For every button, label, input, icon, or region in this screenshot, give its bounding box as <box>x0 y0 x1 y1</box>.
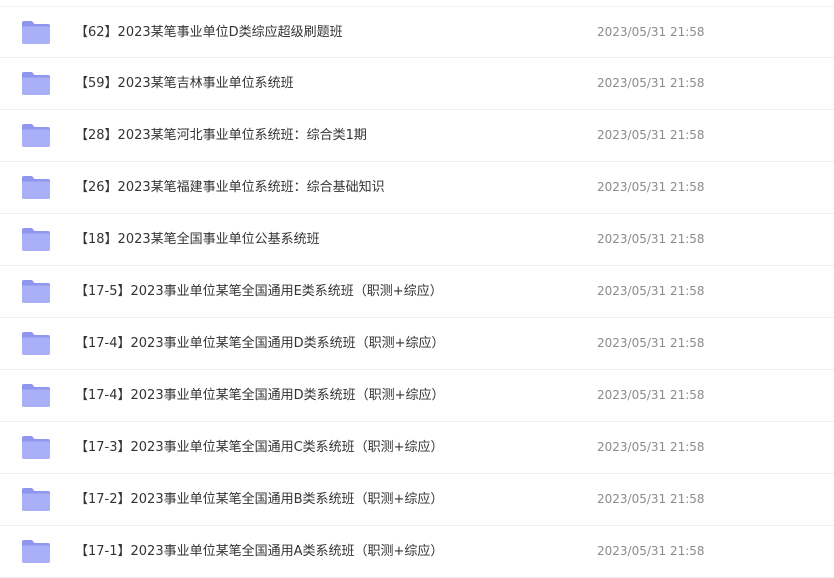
file-name[interactable]: 【17-4】2023事业单位某笔全国通用D类系统班（职测+综应） <box>75 318 445 369</box>
file-date: 2023/05/31 21:58 <box>597 388 705 402</box>
file-name[interactable]: 【17-1】2023事业单位某笔全国通用A类系统班（职测+综应） <box>75 526 443 577</box>
file-row[interactable]: 【28】2023某笔河北事业单位系统班：综合类1期 2023/05/31 21:… <box>0 110 834 162</box>
file-date: 2023/05/31 21:58 <box>597 544 705 558</box>
folder-icon[interactable] <box>22 175 50 199</box>
file-date: 2023/05/31 21:58 <box>597 440 705 454</box>
file-name[interactable]: 【17-5】2023事业单位某笔全国通用E类系统班（职测+综应） <box>75 266 443 317</box>
file-date: 2023/05/31 21:58 <box>597 76 705 90</box>
file-name[interactable]: 【62】2023某笔事业单位D类综应超级刷题班 <box>75 7 343 58</box>
folder-icon[interactable] <box>22 20 50 44</box>
folder-icon[interactable] <box>22 487 50 511</box>
folder-icon[interactable] <box>22 123 50 147</box>
folder-icon[interactable] <box>22 383 50 407</box>
file-date: 2023/05/31 21:58 <box>597 25 705 39</box>
file-date: 2023/05/31 21:58 <box>597 232 705 246</box>
file-row[interactable]: 【17-2】2023事业单位某笔全国通用B类系统班（职测+综应） 2023/05… <box>0 474 834 526</box>
file-name[interactable]: 【17-4】2023事业单位某笔全国通用D类系统班（职测+综应） <box>75 370 445 421</box>
folder-icon[interactable] <box>22 71 50 95</box>
file-row[interactable]: 【59】2023某笔吉林事业单位系统班 2023/05/31 21:58 <box>0 58 834 110</box>
folder-icon[interactable] <box>22 435 50 459</box>
folder-icon[interactable] <box>22 279 50 303</box>
file-row[interactable]: 【18】2023某笔全国事业单位公基系统班 2023/05/31 21:58 <box>0 214 834 266</box>
folder-icon[interactable] <box>22 331 50 355</box>
file-row[interactable]: 【17-3】2023事业单位某笔全国通用C类系统班（职测+综应） 2023/05… <box>0 422 834 474</box>
folder-icon[interactable] <box>22 227 50 251</box>
file-name[interactable]: 【59】2023某笔吉林事业单位系统班 <box>75 58 294 109</box>
file-row[interactable]: 【26】2023某笔福建事业单位系统班：综合基础知识 2023/05/31 21… <box>0 162 834 214</box>
file-list: 【62】2023某笔事业单位D类综应超级刷题班 2023/05/31 21:58… <box>0 6 834 578</box>
file-date: 2023/05/31 21:58 <box>597 180 705 194</box>
folder-icon[interactable] <box>22 539 50 563</box>
file-name[interactable]: 【28】2023某笔河北事业单位系统班：综合类1期 <box>75 110 367 161</box>
file-row[interactable]: 【62】2023某笔事业单位D类综应超级刷题班 2023/05/31 21:58 <box>0 6 834 58</box>
file-row[interactable]: 【17-1】2023事业单位某笔全国通用A类系统班（职测+综应） 2023/05… <box>0 526 834 578</box>
file-date: 2023/05/31 21:58 <box>597 284 705 298</box>
file-date: 2023/05/31 21:58 <box>597 492 705 506</box>
file-name[interactable]: 【26】2023某笔福建事业单位系统班：综合基础知识 <box>75 162 385 213</box>
file-date: 2023/05/31 21:58 <box>597 336 705 350</box>
file-row[interactable]: 【17-4】2023事业单位某笔全国通用D类系统班（职测+综应） 2023/05… <box>0 318 834 370</box>
file-row[interactable]: 【17-5】2023事业单位某笔全国通用E类系统班（职测+综应） 2023/05… <box>0 266 834 318</box>
file-date: 2023/05/31 21:58 <box>597 128 705 142</box>
file-name[interactable]: 【18】2023某笔全国事业单位公基系统班 <box>75 214 320 265</box>
file-name[interactable]: 【17-3】2023事业单位某笔全国通用C类系统班（职测+综应） <box>75 422 444 473</box>
file-name[interactable]: 【17-2】2023事业单位某笔全国通用B类系统班（职测+综应） <box>75 474 443 525</box>
file-row[interactable]: 【17-4】2023事业单位某笔全国通用D类系统班（职测+综应） 2023/05… <box>0 370 834 422</box>
